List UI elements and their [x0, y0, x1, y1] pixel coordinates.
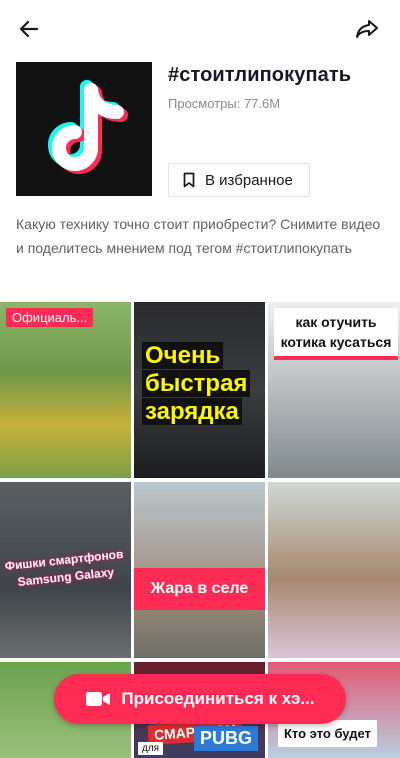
- share-button[interactable]: [350, 12, 384, 46]
- video-caption: Очень быстрая зарядка: [142, 342, 260, 426]
- video-camera-icon: [85, 690, 111, 708]
- view-count: Просмотры: 77.6M: [168, 96, 281, 111]
- video-caption-small: для: [138, 742, 164, 755]
- video-caption: Жара в селе: [134, 568, 265, 610]
- official-badge: Официаль...: [6, 308, 94, 327]
- add-to-favorites-button[interactable]: В избранное: [168, 163, 310, 197]
- video-thumbnail[interactable]: Очень быстрая зарядка: [134, 302, 265, 478]
- join-label: Присоединиться к хэ...: [121, 689, 315, 708]
- back-button[interactable]: [12, 12, 46, 46]
- video-caption: как отучить котика кусаться: [274, 308, 398, 360]
- video-caption: Кто это будет: [278, 720, 377, 747]
- hashtag-description: Какую технику точно стоит приобрести? Сн…: [16, 216, 381, 256]
- share-arrow-icon: [356, 20, 378, 38]
- hashtag-cover-logo: [16, 62, 152, 196]
- tiktok-logo-icon: [48, 80, 128, 174]
- favorites-label: В избранное: [205, 171, 293, 189]
- video-thumbnail[interactable]: Жара в селе: [134, 482, 265, 658]
- join-hashtag-button[interactable]: Присоединиться к хэ...: [54, 674, 346, 724]
- video-thumbnail[interactable]: как отучить котика кусаться: [268, 302, 400, 478]
- video-caption: Фишки смартфонов Samsung Galaxy: [4, 546, 125, 589]
- video-caption-secondary: PUBG: [194, 726, 259, 751]
- video-thumbnail[interactable]: Официаль...: [0, 302, 131, 478]
- arrow-left-icon: [19, 20, 39, 38]
- hashtag-title: #стоитлипокупать: [168, 64, 352, 86]
- top-bar: [0, 0, 400, 56]
- video-thumbnail[interactable]: [268, 482, 400, 658]
- bookmark-icon: [183, 172, 195, 188]
- video-thumbnail[interactable]: Фишки смартфонов Samsung Galaxy: [0, 482, 131, 658]
